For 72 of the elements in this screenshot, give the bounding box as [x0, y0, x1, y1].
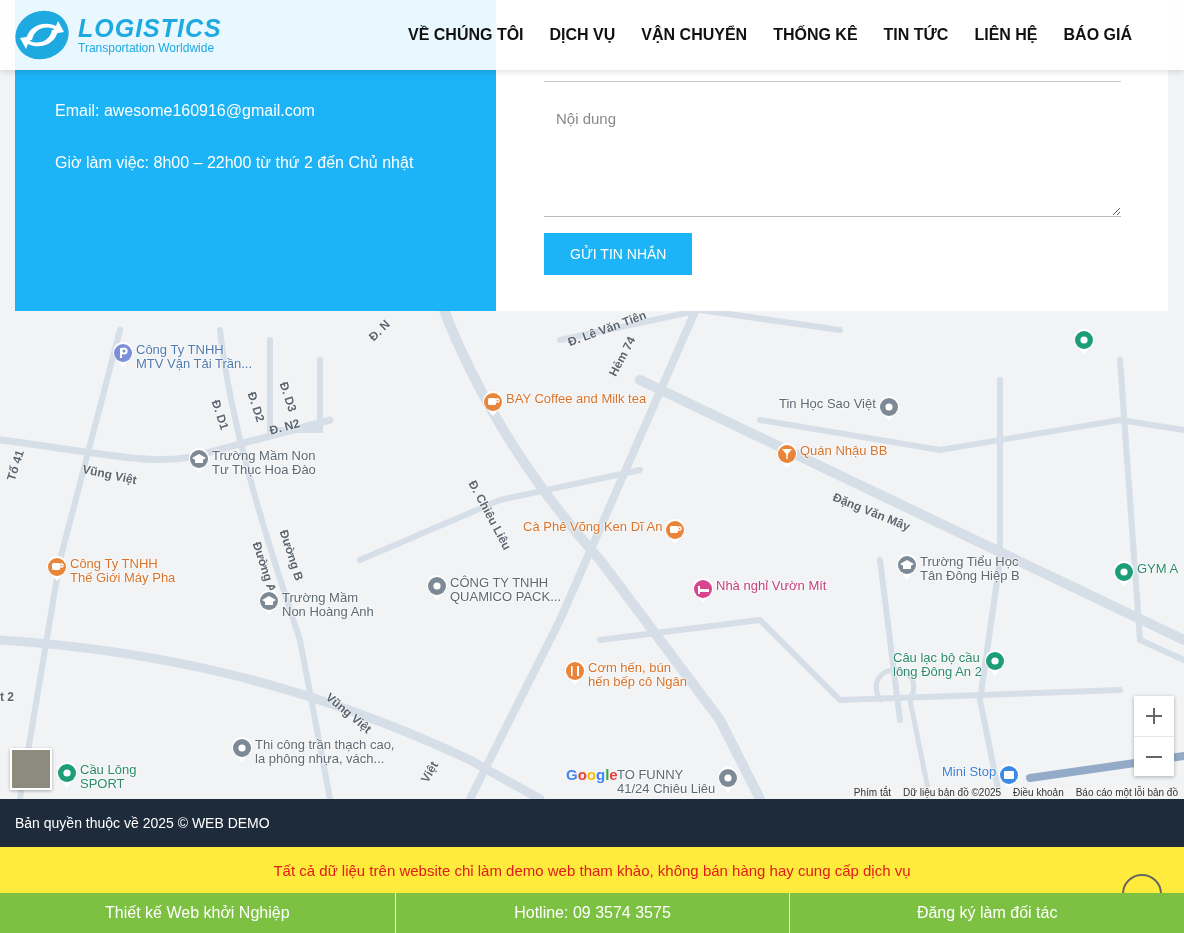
place-label: Công Ty TNHH Thế Giới Máy Pha — [70, 556, 176, 585]
nav-link[interactable]: LIÊN HỆ — [974, 26, 1038, 44]
minus-icon — [1145, 755, 1163, 758]
place-label: Công Ty TNHH MTV Vận Tải Trần... — [136, 342, 253, 371]
place-label: Tin Học Sao Việt — [779, 396, 876, 411]
map-attribution-link[interactable]: Dữ liệu bản đồ ©2025 — [903, 787, 1002, 798]
street-label: Tổ 41 — [4, 448, 27, 483]
parking-pin-icon[interactable] — [112, 342, 134, 368]
pin-icon[interactable] — [231, 737, 253, 763]
logo-wordmark: LOGISTICS — [78, 15, 222, 41]
map-attribution-link[interactable]: Điều khoản — [1013, 787, 1064, 798]
bed-pin-icon[interactable] — [692, 578, 714, 604]
street-label: Đặng Văn Mây — [830, 490, 913, 534]
street-label: Đ. N — [366, 317, 393, 344]
street-label: Đ. D1 — [208, 398, 232, 432]
place-label: Trường Mầm Non Tư Thục Hoa Đào — [212, 448, 316, 477]
plus-icon — [1145, 707, 1163, 725]
cap-pin-icon[interactable] — [258, 590, 280, 616]
zoom-in-button[interactable] — [1134, 696, 1174, 736]
cup-pin-icon[interactable] — [46, 556, 68, 582]
place-label: Câu lạc bộ cầu lông Đông An 2 — [893, 650, 982, 679]
google-logo: Google — [566, 766, 618, 783]
logo-tagline: Transportation Worldwide — [78, 41, 216, 55]
nav-link[interactable]: BÁO GIÁ — [1063, 26, 1132, 44]
street-label: Đ. D2 — [244, 390, 268, 424]
pin-icon[interactable] — [56, 762, 78, 788]
pin-icon[interactable] — [426, 575, 448, 601]
place-label: TO FUNNY 41/24 Chiêu Liêu — [617, 767, 716, 796]
place-label: Trường Tiểu Học Tân Đông Hiệp B — [920, 554, 1020, 583]
contact-info-text: Email: awesome160916@gmail.com — [55, 101, 316, 121]
nav-link[interactable]: THỐNG KÊ — [773, 26, 858, 44]
street-label: Việt — [418, 759, 441, 785]
nav-link[interactable]: TIN TỨC — [883, 26, 949, 44]
place-label: Thi công trần thạch cao, la phông nhựa, vách... — [255, 737, 395, 766]
street-label: Đường B — [276, 528, 307, 583]
logo-icon — [14, 10, 70, 60]
pin-icon[interactable] — [877, 396, 900, 422]
map-attribution-link[interactable]: Báo cáo một lỗi bản đồ — [1075, 787, 1178, 798]
place-label: Cầu Lông SPORT — [80, 762, 137, 791]
nav-link[interactable]: VẬN CHUYỂN — [641, 26, 748, 44]
street-label: Hẻm 74 — [606, 334, 639, 379]
place-label: Cà Phê Võng Ken Dĩ An — [523, 519, 663, 534]
map-attribution-link[interactable]: Phím tắt — [853, 787, 892, 798]
place-label: Quán Nhậu BB — [800, 443, 888, 458]
copyright-text: Bản quyền thuộc về 2025 © WEB DEMO — [15, 815, 270, 831]
place-label: Cơm hến, bún hến bếp cô Ngân — [588, 660, 688, 689]
nav-link[interactable]: VỀ CHÚNG TÔI — [408, 26, 524, 44]
cup-pin-icon[interactable] — [664, 519, 687, 545]
pin-icon[interactable] — [717, 767, 740, 793]
pin-icon[interactable] — [1113, 561, 1135, 587]
fork-pin-icon[interactable] — [564, 660, 586, 686]
contact-info-text: Giờ làm việc: 8h00 – 22h00 từ thứ 2 đến Chủ nhật — [55, 153, 415, 173]
glass-pin-icon[interactable] — [776, 443, 798, 469]
place-label: Nhà nghỉ Vườn Mít — [716, 578, 827, 593]
pin-icon[interactable] — [1073, 329, 1095, 355]
street-label: t 2 — [0, 690, 14, 704]
cap-pin-icon[interactable] — [188, 448, 210, 474]
street-label: Vũng Việt — [81, 462, 138, 488]
place-label: Trường Mầm Non Hoàng Anh — [282, 590, 374, 619]
place-label: CÔNG TY TNHH QUAMICO PACK... — [450, 575, 561, 604]
cap-pin-icon[interactable] — [896, 554, 918, 580]
cup-pin-icon[interactable] — [482, 391, 504, 417]
place-label: GYM A — [1137, 561, 1179, 576]
place-label: BAY Coffee and Milk tea — [506, 391, 647, 406]
satellite-toggle-button[interactable] — [10, 748, 52, 790]
demo-notice-text: Tất cả dữ liệu trên website chỉ làm demo web tham khảo, không bán hàng hay cung cấp dịch vụ — [273, 861, 911, 879]
street-label: Đ. Chiêu Liêu — [465, 478, 514, 553]
nav-link[interactable]: DỊCH VỤ — [549, 26, 616, 44]
pin-icon[interactable] — [983, 650, 1006, 676]
place-label: Mini Stop — [942, 764, 997, 779]
street-label: Đ. D3 — [276, 380, 300, 414]
street-label: Đ. N2 — [268, 416, 302, 438]
